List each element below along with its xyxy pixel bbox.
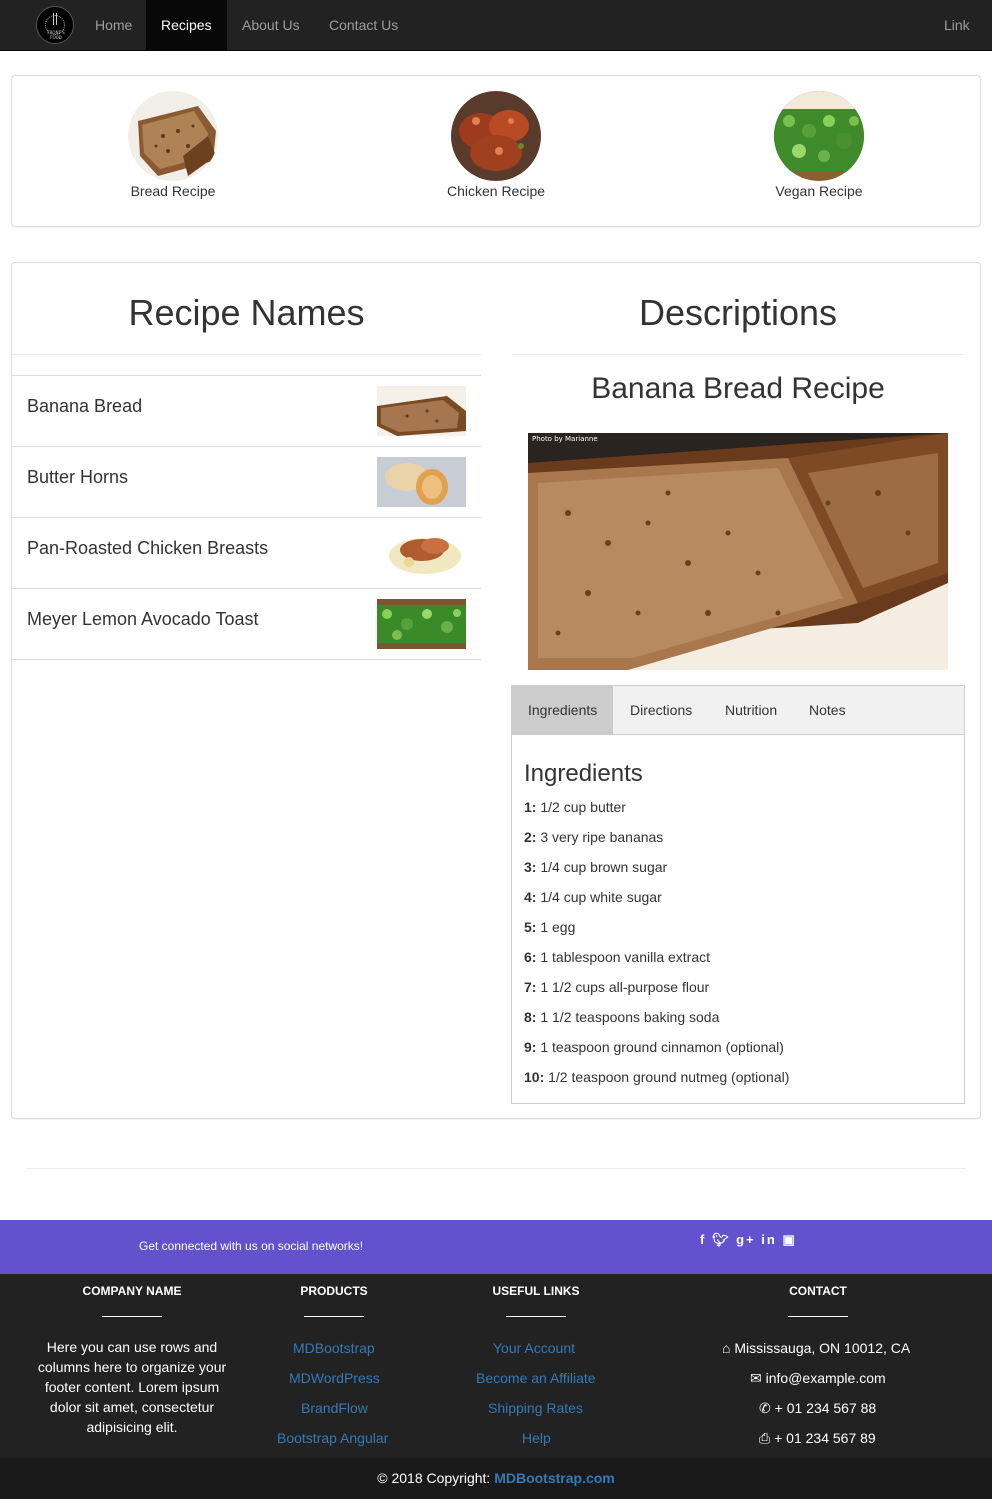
footer-company: COMPANY NAME Here you can use rows and c… — [32, 1274, 232, 1437]
divider — [512, 354, 964, 355]
brand-logo[interactable]: FRONT'S FOOD — [36, 6, 74, 44]
home-icon: ⌂ — [722, 1340, 731, 1356]
footer-products: PRODUCTS — [274, 1274, 394, 1317]
footer-heading: USEFUL LINKS — [492, 1284, 580, 1298]
category-vegan[interactable]: Vegan Recipe — [739, 91, 899, 199]
ingredient-item: 4: 1/4 cup white sugar — [524, 889, 662, 905]
nav-home[interactable]: Home — [80, 0, 147, 50]
brand-text: FRONT'S FOOD — [47, 30, 65, 40]
copyright-link[interactable]: MDBootstrap.com — [494, 1470, 615, 1486]
recipe-item-chicken-breasts[interactable]: Pan-Roasted Chicken Breasts — [12, 517, 481, 588]
footer-link-your-account[interactable]: Your Account — [493, 1340, 575, 1356]
banana-bread-photo: Photo by Marianne — [528, 433, 948, 670]
tab-nutrition[interactable]: Nutrition — [709, 686, 793, 734]
envelope-icon: ✉ — [750, 1370, 762, 1386]
tab-notes[interactable]: Notes — [793, 686, 862, 734]
divider — [12, 354, 481, 355]
ingredient-item: 5: 1 egg — [524, 919, 576, 935]
recipe-item-banana-bread[interactable]: Banana Bread — [12, 375, 481, 446]
footer-heading: COMPANY NAME — [82, 1284, 182, 1298]
google-plus-icon[interactable]: g+ — [736, 1232, 756, 1247]
vegan-image[interactable] — [774, 91, 864, 181]
ingredient-item: 7: 1 1/2 cups all-purpose flour — [524, 979, 710, 995]
footer-useful-links: USEFUL LINKS — [476, 1274, 596, 1317]
list-bottom-border — [12, 659, 481, 660]
recipe-names-heading: Recipe Names — [128, 292, 365, 333]
divider — [304, 1316, 364, 1317]
bread-image[interactable] — [128, 91, 218, 181]
butter-horns-thumbnail — [377, 457, 466, 507]
category-chicken[interactable]: Chicken Recipe — [416, 91, 576, 199]
facebook-icon[interactable]: f — [700, 1232, 706, 1247]
footer: COMPANY NAME Here you can use rows and c… — [0, 1274, 992, 1458]
chicken-image[interactable] — [451, 91, 541, 181]
category-bread[interactable]: Bread Recipe — [93, 91, 253, 199]
divider — [25, 1168, 966, 1169]
navbar: FRONT'S FOOD Home Recipes About Us Conta… — [0, 0, 992, 51]
ingredient-item: 3: 1/4 cup brown sugar — [524, 859, 668, 875]
footer-heading: CONTACT — [789, 1284, 847, 1298]
recipe-name[interactable]: Butter Horns — [27, 467, 128, 488]
tab-directions[interactable]: Directions — [614, 686, 708, 734]
recipe-name[interactable]: Banana Bread — [27, 396, 142, 417]
linkedin-icon[interactable]: in — [761, 1232, 777, 1247]
fork-icon — [53, 13, 57, 25]
phone-icon: ✆ — [759, 1400, 771, 1416]
social-bar: Get connected with us on social networks… — [0, 1220, 992, 1274]
company-description: Here you can use rows and columns here t… — [37, 1339, 227, 1435]
banana-bread-thumbnail — [377, 386, 466, 436]
ingredient-item: 9: 1 teaspoon ground cinnamon (optional) — [524, 1039, 784, 1055]
category-panel: Bread Recipe Chicken Recipe Vegan Recipe — [11, 75, 981, 227]
instagram-icon[interactable]: ▣ — [782, 1232, 796, 1247]
social-text: Get connected with us on social networks… — [139, 1239, 364, 1253]
tab-ingredients[interactable]: Ingredients — [512, 686, 614, 734]
contact-email: ✉ info@example.com — [750, 1370, 886, 1386]
printer-icon: ⎙ — [759, 1430, 771, 1446]
chicken-breasts-thumbnail — [377, 528, 466, 578]
category-label[interactable]: Bread Recipe — [93, 183, 253, 199]
avocado-toast-thumbnail — [377, 599, 466, 649]
recipe-tabs: Ingredients Directions Nutrition Notes I… — [511, 685, 965, 1104]
twitter-icon[interactable]: 🐦︎ — [712, 1232, 731, 1247]
footer-link-bootstrap-angular[interactable]: Bootstrap Angular — [277, 1430, 388, 1446]
ingredients-heading: Ingredients — [524, 760, 643, 787]
footer-link-brandflow[interactable]: BrandFlow — [301, 1400, 368, 1416]
social-icons: f 🐦︎ g+ in ▣ — [700, 1232, 797, 1248]
category-label[interactable]: Vegan Recipe — [739, 183, 899, 199]
contact-phone: ✆ + 01 234 567 88 — [759, 1400, 877, 1416]
recipe-name[interactable]: Meyer Lemon Avocado Toast — [27, 609, 258, 630]
recipe-title: Banana Bread Recipe — [591, 372, 885, 405]
photo-credit: Photo by Marianne — [532, 435, 598, 443]
copyright-bar: © 2018 Copyright: MDBootstrap.com — [0, 1458, 992, 1499]
footer-heading: PRODUCTS — [300, 1284, 368, 1298]
nav-recipes[interactable]: Recipes — [146, 0, 227, 50]
nav-contact[interactable]: Contact Us — [314, 0, 413, 50]
ingredient-item: 8: 1 1/2 teaspoons baking soda — [524, 1009, 720, 1025]
ingredient-item: 2: 3 very ripe bananas — [524, 829, 664, 845]
divider — [788, 1316, 848, 1317]
recipe-item-butter-horns[interactable]: Butter Horns — [12, 446, 481, 517]
descriptions-heading: Descriptions — [638, 292, 838, 333]
footer-link-mdbootstrap[interactable]: MDBootstrap — [293, 1340, 375, 1356]
ingredient-item: 1: 1/2 cup butter — [524, 799, 626, 815]
ingredient-item: 6: 1 tablespoon vanilla extract — [524, 949, 711, 965]
footer-link-shipping[interactable]: Shipping Rates — [488, 1400, 583, 1416]
footer-link-mdwordpress[interactable]: MDWordPress — [289, 1370, 380, 1386]
category-label[interactable]: Chicken Recipe — [416, 183, 576, 199]
divider — [102, 1316, 162, 1317]
recipe-item-avocado-toast[interactable]: Meyer Lemon Avocado Toast — [12, 588, 481, 659]
footer-contact: CONTACT — [758, 1274, 878, 1317]
contact-fax: ⎙ + 01 234 567 89 — [759, 1430, 876, 1446]
footer-link-affiliate[interactable]: Become an Affiliate — [476, 1370, 596, 1386]
nav-link[interactable]: Link — [929, 0, 985, 50]
tab-bar: Ingredients Directions Nutrition Notes — [512, 686, 964, 735]
nav-about[interactable]: About Us — [227, 0, 315, 50]
footer-link-help[interactable]: Help — [522, 1430, 551, 1446]
divider — [506, 1316, 566, 1317]
copyright-text: © 2018 Copyright: — [377, 1470, 491, 1486]
contact-address: ⌂ Mississauga, ON 10012, CA — [722, 1340, 911, 1356]
ingredient-item: 10: 1/2 teaspoon ground nutmeg (optional… — [524, 1069, 790, 1085]
recipe-name[interactable]: Pan-Roasted Chicken Breasts — [27, 538, 268, 559]
